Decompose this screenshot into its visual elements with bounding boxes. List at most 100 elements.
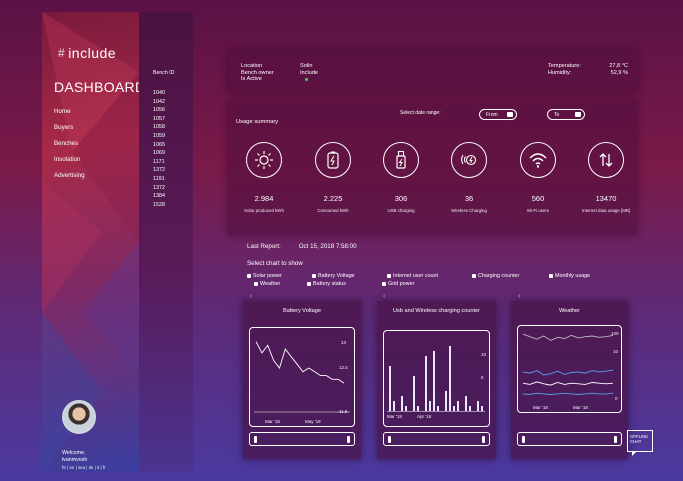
bar bbox=[389, 366, 391, 411]
sidebar: # include DASHBOARD Home Buyers Benches I… bbox=[42, 12, 139, 472]
x-tick: May '18 bbox=[305, 419, 321, 424]
brand-name: include bbox=[68, 45, 117, 61]
slider-handle[interactable] bbox=[254, 436, 257, 443]
bar bbox=[453, 406, 455, 411]
chart-battery-voltage: Battery Voltage 13 12.5 11.5 Mar '18 May… bbox=[243, 301, 361, 459]
checkbox-icon bbox=[387, 274, 391, 278]
bench-info-values: Solin Include bbox=[300, 63, 318, 81]
nav-item-insolation[interactable]: Insolation bbox=[54, 156, 85, 163]
chart-weather: Weather 100 10 0 Mar '18 Mar '18 bbox=[511, 301, 628, 459]
active-status-dot bbox=[305, 78, 308, 81]
bar bbox=[449, 346, 451, 411]
chart-charging-counter: Usb and Wireless charging counter 10 5 M… bbox=[377, 301, 496, 459]
metric-wifi: 560 Wi-Fi users bbox=[506, 142, 570, 213]
chart-title: Weather bbox=[558, 308, 581, 314]
y-tick: 10 bbox=[613, 349, 619, 354]
chevron-left-icon[interactable]: ‹ bbox=[518, 293, 520, 300]
nav-item-home[interactable]: Home bbox=[54, 108, 85, 115]
from-label: From bbox=[486, 111, 498, 118]
data-transfer-icon bbox=[588, 142, 624, 178]
option-label: Weather bbox=[260, 281, 281, 287]
bench-id-item[interactable]: 1042 bbox=[153, 98, 165, 107]
slider-handle[interactable] bbox=[522, 436, 525, 443]
to-date-button[interactable]: To bbox=[547, 109, 585, 120]
metric-value: 2.225 bbox=[323, 194, 343, 203]
slider-handle[interactable] bbox=[482, 436, 485, 443]
checkbox-icon bbox=[382, 282, 386, 286]
bench-id-item[interactable]: 1059 bbox=[153, 132, 165, 141]
avatar[interactable] bbox=[62, 400, 96, 434]
bench-id-item[interactable]: 1069 bbox=[153, 149, 165, 158]
metric-label: Consumed kWh bbox=[317, 208, 349, 213]
to-label: To bbox=[554, 111, 560, 118]
range-slider[interactable] bbox=[383, 432, 490, 446]
option-weather[interactable]: Weather bbox=[254, 281, 280, 287]
option-grid-power[interactable]: Grid power bbox=[382, 281, 414, 287]
bench-id-item[interactable]: 1040 bbox=[153, 89, 165, 98]
bench-id-item[interactable]: 1171 bbox=[153, 158, 165, 167]
welcome-label: Welcome, bbox=[62, 450, 86, 456]
sidebar-nav: Home Buyers Benches Insolation Advertisi… bbox=[54, 108, 85, 188]
calendar-icon bbox=[575, 112, 581, 117]
metric-label: Wi-Fi users bbox=[526, 208, 550, 213]
wireless-charging-icon bbox=[451, 142, 487, 178]
nav-item-benches[interactable]: Benches bbox=[54, 140, 85, 147]
option-battery-voltage[interactable]: Battery Voltage bbox=[312, 273, 355, 279]
bench-info-labels: Location Bench owner Is Active bbox=[241, 63, 274, 83]
y-tick: 13 bbox=[341, 340, 347, 345]
option-monthly-usage[interactable]: Monthly usage bbox=[549, 273, 590, 279]
bench-id-item[interactable]: 1058 bbox=[153, 123, 165, 132]
option-label: Grid power bbox=[388, 281, 415, 287]
weather-series-line bbox=[522, 369, 614, 376]
chart-title: Usb and Wireless charging counter bbox=[392, 308, 481, 314]
chevron-left-icon[interactable]: ‹ bbox=[383, 293, 385, 300]
slider-handle[interactable] bbox=[388, 436, 391, 443]
bench-id-item[interactable]: 1057 bbox=[153, 115, 165, 124]
bench-id-item[interactable]: 1372 bbox=[153, 166, 165, 175]
date-range-label: Select date range: bbox=[400, 110, 441, 116]
option-label: Monthly usage bbox=[555, 273, 591, 279]
from-date-button[interactable]: From bbox=[479, 109, 517, 120]
x-tick: Mar '18 bbox=[265, 419, 280, 424]
range-slider[interactable] bbox=[517, 432, 622, 446]
bar bbox=[425, 356, 427, 411]
bench-id-item[interactable]: 1384 bbox=[153, 192, 165, 201]
bench-id-item[interactable]: 1372 bbox=[153, 184, 165, 193]
option-label: Battery Voltage bbox=[318, 273, 355, 279]
bar bbox=[429, 401, 431, 411]
bar bbox=[405, 406, 407, 411]
offline-chat-button[interactable]: OFFLINE CHAT bbox=[627, 430, 653, 456]
bar bbox=[457, 401, 459, 411]
hash-icon: # bbox=[58, 46, 66, 60]
bench-id-item[interactable]: 1056 bbox=[153, 106, 165, 115]
weather-series-line bbox=[522, 333, 614, 341]
humidity-label: Humidity: bbox=[548, 69, 572, 76]
nav-item-advertising[interactable]: Advertising bbox=[54, 172, 85, 179]
option-solar-power[interactable]: Solar power bbox=[247, 273, 282, 279]
checkbox-icon bbox=[307, 282, 311, 286]
bench-id-item[interactable]: 1065 bbox=[153, 141, 165, 150]
bench-id-item[interactable]: 1191 bbox=[153, 175, 165, 184]
app-page: # include DASHBOARD Home Buyers Benches I… bbox=[0, 0, 683, 481]
slider-handle[interactable] bbox=[614, 436, 617, 443]
slider-handle[interactable] bbox=[347, 436, 350, 443]
option-charging-counter[interactable]: Charging counter bbox=[472, 273, 519, 279]
bench-id-list: 1040 1042 1056 1057 1058 1059 1065 1069 1171 1372… bbox=[153, 89, 165, 209]
range-slider[interactable] bbox=[249, 432, 355, 446]
checkbox-icon bbox=[312, 274, 316, 278]
sun-icon bbox=[246, 142, 282, 178]
bench-id-item[interactable]: 1528 bbox=[153, 201, 165, 210]
metric-usb: 306 USB charging bbox=[369, 142, 433, 213]
bench-id-header: Bench ID bbox=[153, 70, 175, 76]
metric-value: 36 bbox=[464, 194, 474, 203]
option-internet-user-count[interactable]: Internet user count bbox=[387, 273, 438, 279]
checkbox-icon bbox=[549, 274, 553, 278]
option-label: Charging counter bbox=[478, 273, 520, 279]
last-report: Last Report: Oct 15, 2018 7:58:00 bbox=[247, 243, 357, 250]
y-tick: 0 bbox=[615, 396, 618, 401]
nav-item-buyers[interactable]: Buyers bbox=[54, 124, 85, 131]
chevron-left-icon[interactable]: ‹ bbox=[250, 293, 252, 300]
language-switcher[interactable]: hr | en | sea | de | it | fr bbox=[62, 465, 106, 470]
option-battery-status[interactable]: Battery status bbox=[307, 281, 346, 287]
humidity-value: 52,9 % bbox=[610, 69, 628, 76]
